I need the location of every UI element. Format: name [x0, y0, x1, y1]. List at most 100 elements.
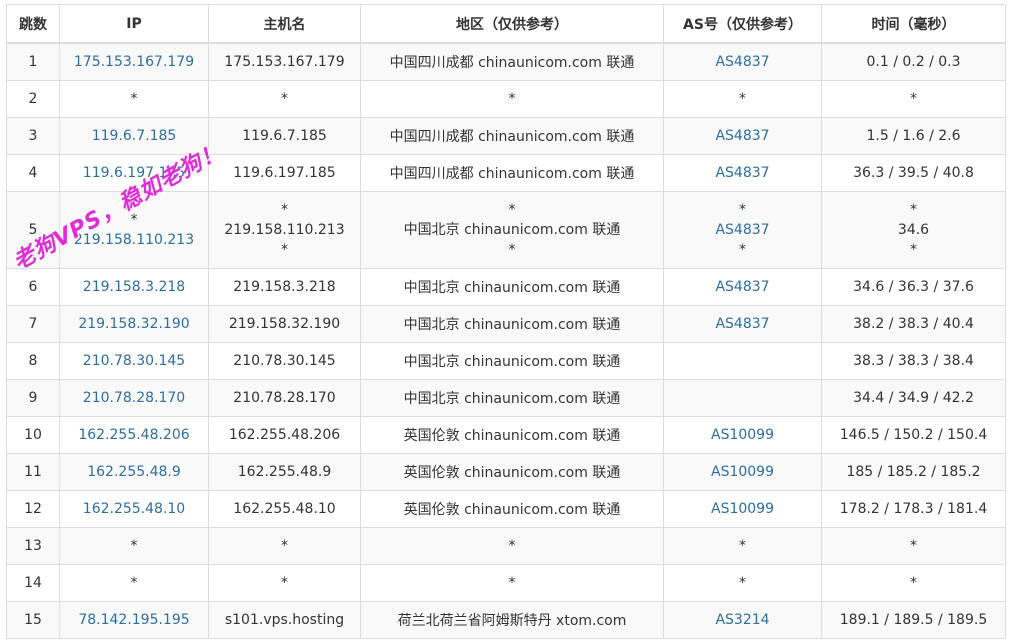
- hostname-cell: 162.255.48.9: [208, 453, 361, 491]
- region-cell: 中国四川成都 chinaunicom.com 联通: [360, 117, 664, 155]
- asn-text: *: [739, 242, 746, 258]
- table-row: 10 162.255.48.206 162.255.48.206 英国伦敦 china…: [6, 416, 1006, 454]
- region-cell: 中国北京 chinaunicom.com 联通: [360, 305, 664, 343]
- hostname-text: 162.255.48.206: [228, 427, 341, 443]
- asn-link[interactable]: AS10099: [668, 464, 817, 480]
- time-text: 146.5 / 150.2 / 150.4: [839, 427, 988, 443]
- hop-cell: 13: [6, 527, 60, 565]
- region-cell: 中国北京 chinaunicom.com 联通: [360, 342, 664, 380]
- asn-link[interactable]: AS4837: [668, 128, 817, 144]
- asn-link[interactable]: AS4837: [668, 54, 817, 70]
- region-text: *: [508, 202, 516, 218]
- time-text: 34.6: [897, 222, 930, 238]
- region-text: 中国北京 chinaunicom.com 联通: [403, 391, 621, 407]
- asn-text: *: [739, 538, 746, 554]
- ip-link[interactable]: 119.6.7.185: [64, 128, 204, 144]
- table-row: 11 162.255.48.9 162.255.48.9 英国伦敦 chinaunic…: [6, 453, 1006, 491]
- header-time: 时间（毫秒）: [821, 4, 1006, 44]
- region-text: 中国四川成都 chinaunicom.com 联通: [389, 55, 635, 71]
- hostname-text: *: [281, 575, 288, 591]
- asn-cell: *: [663, 80, 822, 118]
- hostname-text: 219.158.3.218: [233, 279, 336, 295]
- region-text: 中国四川成都 chinaunicom.com 联通: [389, 129, 635, 145]
- ip-link[interactable]: 219.158.32.190: [64, 316, 204, 332]
- asn-link[interactable]: AS10099: [668, 427, 817, 443]
- hostname-text: *: [281, 242, 288, 258]
- time-text: *: [910, 575, 917, 591]
- region-cell: * 中国北京 chinaunicom.com 联通 *: [360, 191, 664, 269]
- asn-cell: AS10099: [663, 453, 822, 491]
- ip-link[interactable]: 210.78.30.145: [64, 353, 204, 369]
- header-asn: AS号（仅供参考）: [663, 4, 822, 44]
- ip-text: *: [130, 538, 138, 554]
- time-text: *: [910, 91, 917, 107]
- time-cell: * 34.6 *: [821, 191, 1006, 269]
- ip-cell: *: [59, 564, 209, 602]
- header-hostname: 主机名: [208, 4, 361, 44]
- region-cell: 中国四川成都 chinaunicom.com 联通: [360, 42, 664, 81]
- asn-cell: AS4837: [663, 42, 822, 81]
- hop-cell: 6: [6, 268, 60, 306]
- ip-cell: *: [59, 80, 209, 118]
- time-cell: 0.1 / 0.2 / 0.3: [821, 42, 1006, 81]
- hostname-text: 210.78.28.170: [233, 390, 336, 406]
- time-text: 38.3 / 38.3 / 38.4: [853, 353, 974, 369]
- hop-cell: 12: [6, 490, 60, 528]
- hostname-text: 210.78.30.145: [233, 353, 336, 369]
- ip-cell: * 219.158.110.213: [59, 191, 209, 269]
- time-cell: 185 / 185.2 / 185.2: [821, 453, 1006, 491]
- hop-cell: 10: [6, 416, 60, 454]
- ip-cell: 175.153.167.179: [59, 42, 209, 81]
- region-cell: 英国伦敦 chinaunicom.com 联通: [360, 490, 664, 528]
- hostname-cell: 119.6.7.185: [208, 117, 361, 155]
- ip-link[interactable]: 162.255.48.10: [64, 501, 204, 517]
- time-text: 0.1 / 0.2 / 0.3: [866, 54, 961, 70]
- ip-link[interactable]: 219.158.110.213: [64, 230, 204, 250]
- time-text: 1.5 / 1.6 / 2.6: [866, 128, 961, 144]
- hop-cell: 1: [6, 42, 60, 81]
- header-region: 地区（仅供参考）: [360, 4, 664, 44]
- asn-link[interactable]: AS4837: [668, 316, 817, 332]
- ip-cell: 78.142.195.195: [59, 601, 209, 639]
- time-text: 178.2 / 178.3 / 181.4: [839, 501, 988, 517]
- ip-link[interactable]: 219.158.3.218: [64, 279, 204, 295]
- ip-cell: 210.78.28.170: [59, 379, 209, 417]
- region-text: 中国北京 chinaunicom.com 联通: [403, 354, 621, 370]
- ip-link[interactable]: 162.255.48.9: [64, 464, 204, 480]
- time-text: *: [910, 538, 917, 554]
- table-row: 3 119.6.7.185 119.6.7.185 中国四川成都 chinaunico…: [6, 117, 1006, 155]
- table-row: 2 * * * * *: [6, 80, 1006, 118]
- ip-cell: 210.78.30.145: [59, 342, 209, 380]
- asn-link[interactable]: AS3214: [668, 612, 817, 628]
- traceroute-table: 跳数 IP 主机名 地区（仅供参考） AS号（仅供参考） 时间（毫秒） 1 175…: [6, 4, 1006, 639]
- hop-cell: 7: [6, 305, 60, 343]
- ip-link[interactable]: 119.6.197.185: [64, 165, 204, 181]
- time-text: 36.3 / 39.5 / 40.8: [853, 165, 974, 181]
- asn-link[interactable]: AS4837: [668, 165, 817, 181]
- time-cell: *: [821, 527, 1006, 565]
- hostname-cell: 175.153.167.179: [208, 42, 361, 81]
- asn-link[interactable]: AS4837: [668, 220, 817, 240]
- ip-cell: 219.158.3.218: [59, 268, 209, 306]
- hostname-cell: 162.255.48.206: [208, 416, 361, 454]
- ip-link[interactable]: 210.78.28.170: [64, 390, 204, 406]
- asn-cell: AS10099: [663, 490, 822, 528]
- hostname-text: 162.255.48.10: [233, 501, 336, 517]
- time-cell: 36.3 / 39.5 / 40.8: [821, 154, 1006, 192]
- table-row: 4 119.6.197.185 119.6.197.185 中国四川成都 chinau…: [6, 154, 1006, 192]
- region-text: *: [508, 538, 516, 554]
- region-cell: 中国北京 chinaunicom.com 联通: [360, 268, 664, 306]
- hostname-text: 175.153.167.179: [224, 54, 345, 70]
- time-cell: 1.5 / 1.6 / 2.6: [821, 117, 1006, 155]
- ip-text: *: [130, 91, 138, 107]
- time-text: 185 / 185.2 / 185.2: [846, 464, 981, 480]
- region-text: 中国北京 chinaunicom.com 联通: [403, 222, 621, 238]
- time-text: 34.6 / 36.3 / 37.6: [853, 279, 974, 295]
- asn-cell: *: [663, 564, 822, 602]
- hostname-cell: *: [208, 80, 361, 118]
- asn-link[interactable]: AS10099: [668, 501, 817, 517]
- ip-link[interactable]: 162.255.48.206: [64, 427, 204, 443]
- asn-link[interactable]: AS4837: [668, 279, 817, 295]
- ip-link[interactable]: 175.153.167.179: [64, 54, 204, 70]
- ip-link[interactable]: 78.142.195.195: [64, 612, 204, 628]
